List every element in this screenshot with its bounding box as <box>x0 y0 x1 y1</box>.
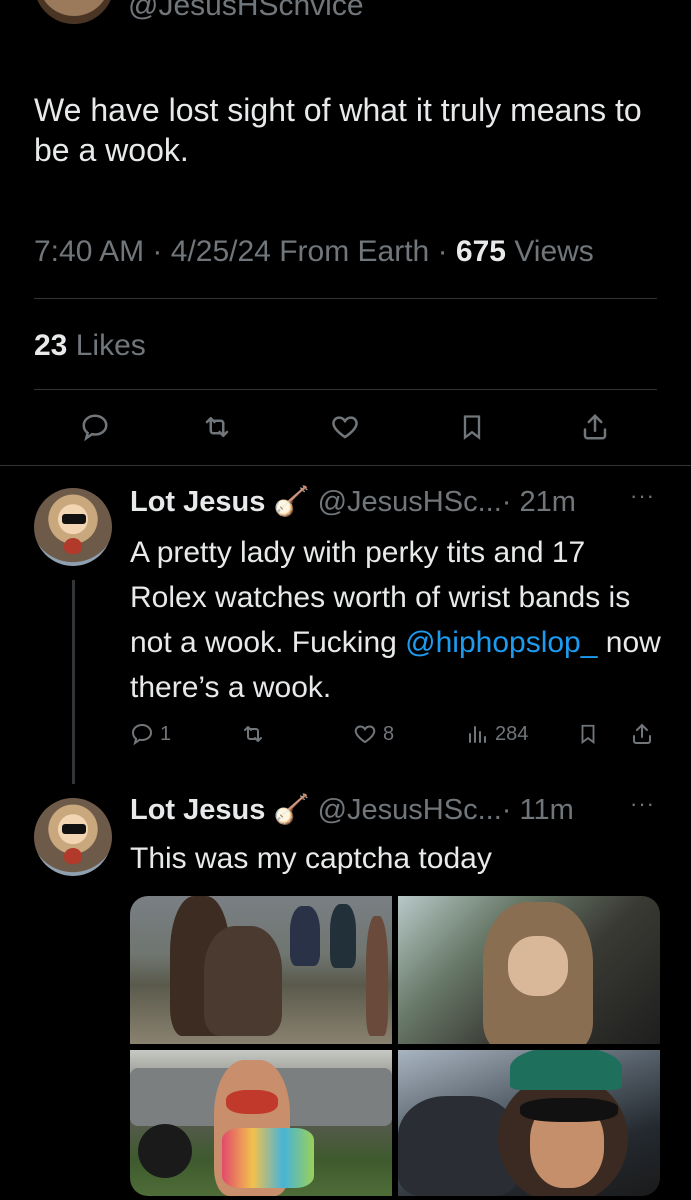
author-avatar[interactable] <box>34 0 114 24</box>
meta-separator: · <box>152 235 163 268</box>
skirt-shape <box>222 1128 314 1188</box>
tweet-meta: 7:40 AM · 4/25/24 From Earth · 675 Views <box>34 232 594 272</box>
more-icon[interactable]: ··· <box>630 786 655 822</box>
reply-button[interactable]: 1 <box>130 722 171 746</box>
media-image[interactable] <box>398 1050 660 1196</box>
avatar-mask <box>62 824 86 834</box>
views-button[interactable]: 284 <box>465 722 528 746</box>
retweet-button[interactable] <box>201 412 233 442</box>
media-image[interactable] <box>398 896 660 1044</box>
tweet-source: From Earth <box>279 235 430 268</box>
reply-text: A pretty lady with perky tits and 17 Rol… <box>130 530 670 710</box>
avatar-heart <box>64 848 82 864</box>
reply-author-name[interactable]: Lot Jesus <box>130 794 265 826</box>
person-figure <box>330 904 356 968</box>
reply-author-handle[interactable]: @JesusHSc... <box>318 794 502 826</box>
more-icon[interactable]: ··· <box>630 478 655 514</box>
like-count: 8 <box>383 722 395 745</box>
likes-label: Likes <box>75 329 146 362</box>
author-handle[interactable]: @JesusHSchvice <box>128 0 364 24</box>
reply-action-bar: 1 8 284 <box>0 722 691 762</box>
avatar-mask <box>62 514 86 524</box>
reply-icon <box>82 414 108 442</box>
reply-button[interactable] <box>80 412 110 442</box>
sunglasses-shape <box>520 1098 618 1122</box>
divider <box>34 298 657 299</box>
tweet-action-bar <box>0 412 691 452</box>
likes-count: 23 <box>34 329 68 362</box>
top-shape <box>226 1090 278 1114</box>
reply-author-name[interactable]: Lot Jesus <box>130 486 265 518</box>
reply-time[interactable]: · 11m <box>502 794 574 826</box>
bookmark-button[interactable] <box>577 722 599 746</box>
share-button[interactable] <box>630 722 654 746</box>
mention-link[interactable]: @hiphopslop_ <box>405 626 597 659</box>
banjo-emoji: 🪕 <box>273 794 310 826</box>
likes-summary[interactable]: 23 Likes <box>34 326 146 366</box>
reply-avatar[interactable] <box>34 488 112 566</box>
retweet-icon <box>205 417 229 437</box>
share-icon <box>583 413 607 440</box>
media-image[interactable] <box>130 1050 392 1196</box>
bookmark-button[interactable] <box>458 412 486 442</box>
tire-shape <box>138 1124 192 1178</box>
views-count: 284 <box>495 722 529 745</box>
reply-text: This was my captcha today <box>130 842 492 875</box>
reply-time[interactable]: · 21m <box>502 486 576 518</box>
retweet-button[interactable] <box>240 722 266 746</box>
media-grid <box>130 896 660 1196</box>
tweet-text: We have lost sight of what it truly mean… <box>34 92 642 168</box>
views-label: Views <box>514 235 594 268</box>
reply-header: Lot Jesus 🪕 @JesusHSc...· 21m ··· <box>130 483 654 520</box>
avatar-heart <box>64 538 82 554</box>
bookmark-icon <box>463 415 481 440</box>
retweet-icon <box>244 726 262 742</box>
divider <box>0 465 691 466</box>
share-button[interactable] <box>580 412 610 442</box>
reply-count: 1 <box>160 722 172 745</box>
person-figure <box>366 916 388 1036</box>
views-count: 675 <box>455 235 506 268</box>
reply-header: Lot Jesus 🪕 @JesusHSc...· 11m ··· <box>130 791 654 828</box>
person-figure <box>290 906 320 966</box>
cap-shape <box>510 1050 622 1090</box>
person-figure <box>204 926 282 1036</box>
reply-icon <box>131 723 153 746</box>
like-button[interactable] <box>329 412 361 442</box>
reply-avatar[interactable] <box>34 798 112 876</box>
banjo-emoji: 🪕 <box>273 486 310 518</box>
person-face <box>508 936 568 996</box>
like-icon <box>354 725 376 744</box>
tweet-date[interactable]: 4/25/24 <box>171 235 271 268</box>
tweet-time[interactable]: 7:40 AM <box>34 235 144 268</box>
bookmark-icon <box>581 724 595 745</box>
divider <box>34 389 657 390</box>
views-icon <box>469 726 486 743</box>
meta-separator: · <box>437 235 448 268</box>
like-button[interactable]: 8 <box>353 722 394 746</box>
like-icon <box>332 416 358 439</box>
reply-author-handle[interactable]: @JesusHSc... <box>318 486 502 518</box>
share-icon <box>633 723 651 744</box>
media-image[interactable] <box>130 896 392 1044</box>
